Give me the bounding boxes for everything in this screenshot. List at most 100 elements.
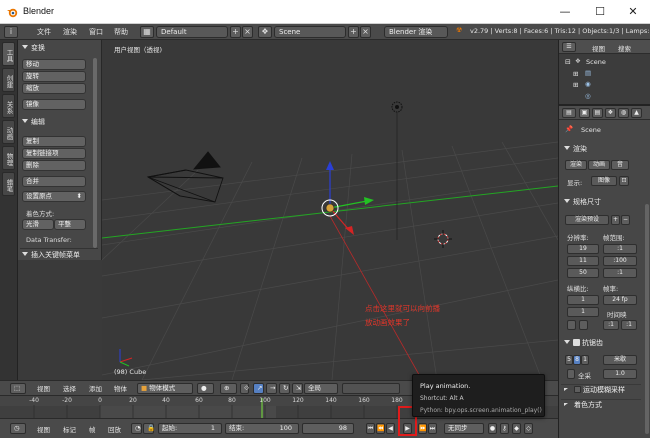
minimize-button[interactable]: — — [548, 0, 582, 24]
resolution-y-field[interactable]: 11 — [567, 256, 599, 266]
pin-icon[interactable]: 📌 — [565, 125, 573, 133]
properties-scrollbar[interactable] — [645, 204, 649, 434]
object-tab-icon[interactable]: ▲ — [631, 108, 642, 118]
viewport-menu-object[interactable]: 物体 — [114, 383, 127, 393]
timeline-menu-marker[interactable]: 标记 — [63, 424, 76, 434]
sync-mode-selector[interactable]: 无同步 — [444, 423, 484, 434]
record-icon[interactable]: ● — [488, 423, 497, 434]
aa-size-field[interactable]: 1.0 — [603, 369, 637, 379]
preset-add-icon[interactable]: + — [611, 215, 620, 225]
frame-end-field[interactable]: :100 — [603, 256, 637, 266]
translate-manipulator-icon[interactable]: → — [266, 383, 277, 394]
tab-relations[interactable]: 关系 — [2, 94, 15, 118]
rotate-manipulator-icon[interactable]: ↻ — [279, 383, 290, 394]
snap-toggle-icon[interactable]: ⟐ — [240, 383, 249, 394]
time-new-field[interactable]: :1 — [621, 320, 637, 330]
time-old-field[interactable]: :1 — [603, 320, 619, 330]
fps-selector[interactable]: 24 fp — [603, 295, 637, 305]
render-audio-button[interactable]: 音 — [611, 160, 629, 170]
tab-tools[interactable]: 工具 — [2, 42, 15, 66]
menu-file[interactable]: 文件 — [37, 27, 51, 37]
timeline-editor-icon[interactable]: ◷ — [10, 423, 26, 434]
expand-icon[interactable]: ⊞ — [573, 70, 578, 78]
shading-section-header[interactable]: 着色方式 — [561, 399, 641, 410]
info-editor-icon[interactable]: i — [4, 26, 18, 38]
viewport-editor-icon[interactable]: ⬚ — [10, 383, 26, 394]
viewport-menu-view[interactable]: 视图 — [37, 383, 50, 393]
border-checkbox[interactable] — [567, 320, 576, 330]
lamp-object[interactable] — [391, 101, 403, 240]
translate-button[interactable]: 移动 — [22, 59, 86, 70]
duplicate-linked-button[interactable]: 复制链接项 — [22, 148, 86, 159]
shade-smooth-button[interactable]: 光滑 — [22, 219, 54, 230]
keyframes-panel-header[interactable]: 插入关键帧菜单 — [20, 248, 98, 260]
maximize-button[interactable]: ☐ — [583, 0, 617, 24]
aspect-x-field[interactable]: 1 — [567, 295, 599, 305]
world-tab-icon[interactable]: ◍ — [618, 108, 629, 118]
render-section-header[interactable]: 渲染 — [561, 144, 641, 155]
set-origin-dropdown[interactable]: 设置原点 ⬍ — [22, 191, 86, 202]
rotate-button[interactable]: 旋转 — [22, 71, 86, 82]
scene-tab-icon[interactable]: ❖ — [605, 108, 616, 118]
tab-grease-pencil[interactable]: 蜡笔 — [2, 172, 15, 196]
layout-add-icon[interactable]: + — [230, 26, 241, 38]
end-frame-field[interactable]: 结束: 100 — [225, 423, 299, 434]
menu-help[interactable]: 帮助 — [114, 27, 128, 37]
antialiasing-checkbox[interactable] — [573, 339, 580, 346]
outliner-editor-icon[interactable]: ☰ — [562, 42, 576, 52]
lock-interface-icon[interactable]: ⊡ — [619, 176, 629, 186]
scene-remove-icon[interactable]: × — [360, 26, 371, 38]
timeline-menu-playback[interactable]: 回放 — [108, 424, 121, 434]
layout-icon[interactable]: ▦ — [140, 26, 154, 38]
outliner-menu-view[interactable]: 视图 — [592, 43, 605, 53]
menu-render[interactable]: 渲染 — [63, 27, 77, 37]
world-icon[interactable]: ◉ — [585, 80, 591, 88]
camera-item-icon[interactable]: ◎ — [585, 92, 591, 100]
aa-filter-selector[interactable]: 米歇 — [603, 355, 637, 365]
tab-create[interactable]: 创建 — [2, 68, 15, 92]
viewport-menu-add[interactable]: 添加 — [89, 383, 102, 393]
render-preset-selector[interactable]: 渲染预设 — [565, 215, 609, 225]
tab-animation[interactable]: 动画 — [2, 120, 15, 144]
jump-end-icon[interactable]: ⏭ — [428, 423, 437, 434]
scale-manipulator-icon[interactable]: ⇲ — [292, 383, 303, 394]
antialiasing-section-header[interactable]: 抗锯齿 — [561, 338, 641, 349]
shade-flat-button[interactable]: 平整 — [54, 219, 86, 230]
viewport-shading-selector[interactable]: ● — [197, 383, 214, 394]
outliner-scene-item[interactable]: Scene — [586, 58, 606, 66]
layout-remove-icon[interactable]: × — [242, 26, 253, 38]
play-reverse-icon[interactable]: ◀ — [386, 423, 395, 434]
timeline-menu-view[interactable]: 视图 — [37, 424, 50, 434]
jump-start-icon[interactable]: ⏮ — [366, 423, 375, 434]
dimensions-section-header[interactable]: 规格尺寸 — [561, 197, 641, 208]
resolution-percent-field[interactable]: 50 — [567, 268, 599, 278]
close-button[interactable]: ✕ — [616, 0, 650, 24]
crop-checkbox[interactable] — [579, 320, 588, 330]
frame-step-field[interactable]: :1 — [603, 268, 637, 278]
render-tab-icon[interactable]: ▣ — [579, 108, 590, 118]
lock-icon[interactable]: 🔒 — [143, 423, 155, 434]
join-button[interactable]: 合并 — [22, 176, 86, 187]
transform-panel-header[interactable]: 变换 — [20, 42, 98, 54]
delete-button[interactable]: 删除 — [22, 160, 86, 171]
render-layers-icon[interactable]: ▤ — [585, 69, 591, 77]
manipulator-toggle-icon[interactable]: ↗ — [253, 383, 264, 394]
delete-keyframe-icon[interactable]: ◇ — [524, 423, 533, 434]
layers-grid[interactable] — [342, 383, 400, 394]
scene-selector[interactable]: Scene — [274, 26, 346, 38]
render-engine-selector[interactable]: Blender 渲染 — [384, 26, 448, 38]
viewport-menu-select[interactable]: 选择 — [63, 383, 76, 393]
3d-cursor-icon[interactable] — [434, 230, 452, 248]
preview-range-icon[interactable]: ◔ — [131, 423, 142, 434]
motion-blur-section-header[interactable]: 运动模糊采样 — [561, 384, 641, 395]
outliner[interactable]: ⊟ ❖ Scene ⊞ ▤ ⊞ ◉ ◎ — [559, 54, 650, 106]
expand-icon[interactable]: ⊞ — [573, 81, 578, 89]
outliner-menu-search[interactable]: 搜索 — [618, 43, 631, 53]
duplicate-button[interactable]: 复制 — [22, 136, 86, 147]
camera-object[interactable] — [146, 151, 224, 203]
resolution-x-field[interactable]: 19 — [567, 244, 599, 254]
aa-samples-5[interactable]: 5 — [565, 355, 573, 365]
aa-samples-8[interactable]: 8 — [573, 355, 581, 365]
current-frame-field[interactable]: 98 — [302, 423, 354, 434]
display-selector[interactable]: 图像 — [591, 176, 617, 186]
